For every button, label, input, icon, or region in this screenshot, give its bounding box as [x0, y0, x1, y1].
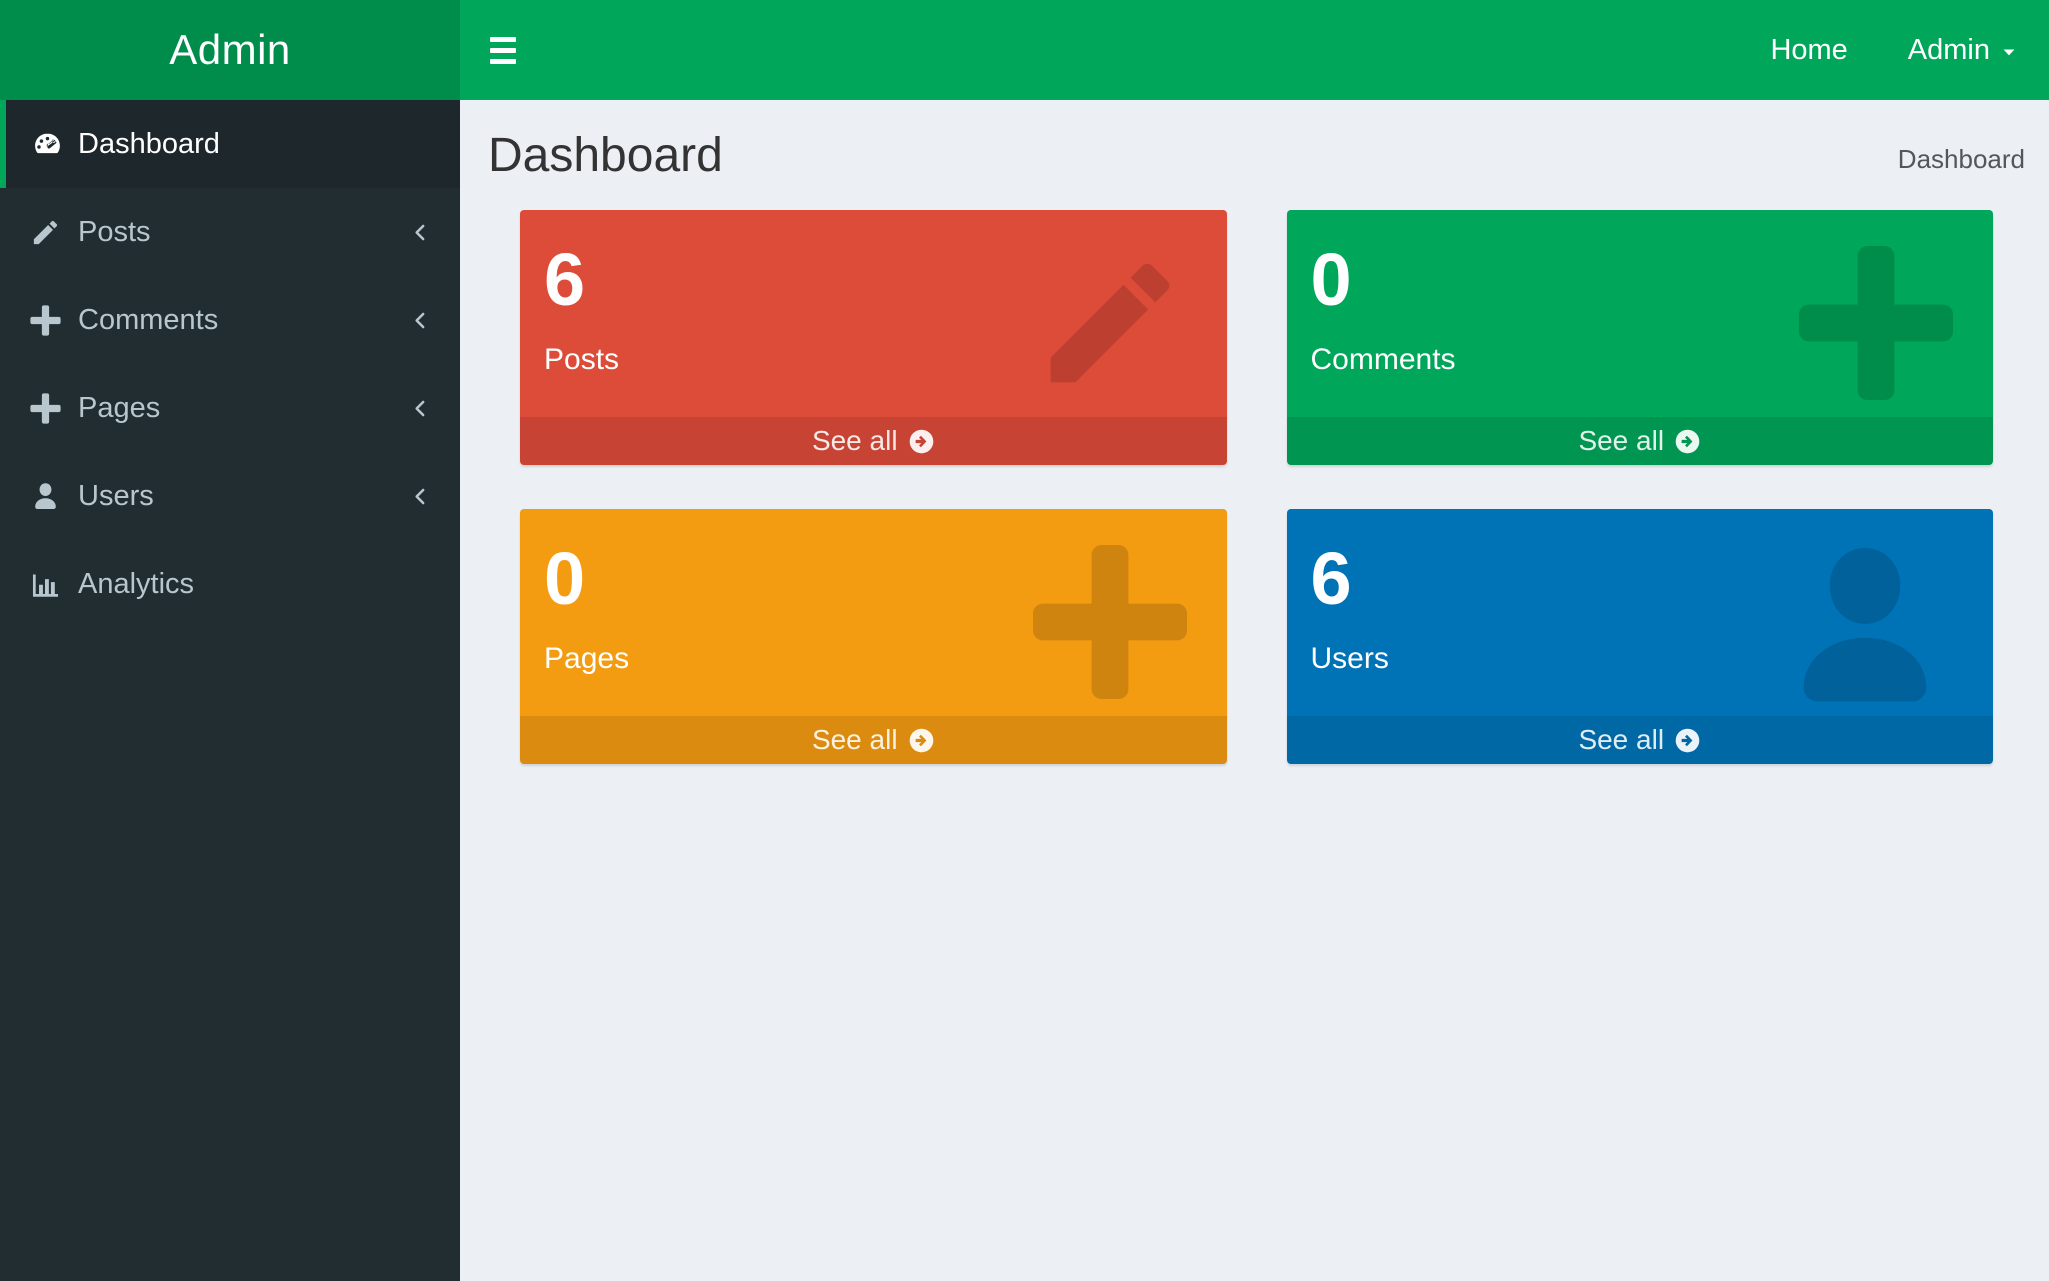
arrow-circle-right-icon [1674, 727, 1701, 754]
card-body: 0 Pages [520, 509, 1227, 716]
hamburger-bar [490, 59, 516, 64]
sidebar-item-label: Dashboard [78, 128, 220, 161]
caret-down-icon [1999, 38, 2019, 62]
sidebar: Dashboard Posts Comments [0, 100, 460, 1281]
card-label: Pages [544, 642, 1227, 676]
nav-link-label: Admin [1908, 34, 1990, 67]
plus-icon [30, 305, 78, 336]
navbar-links: Home Admin [1740, 0, 2049, 100]
card-body: 6 Users [1287, 509, 1994, 716]
arrow-circle-right-icon [1674, 428, 1701, 455]
see-all-link[interactable]: See all [520, 417, 1227, 465]
arrow-circle-right-icon [908, 428, 935, 455]
plus-icon [30, 393, 78, 424]
see-all-link[interactable]: See all [1287, 716, 1994, 764]
card-label: Users [1311, 642, 1994, 676]
summary-card-users: 6 Users See all [1287, 509, 1994, 764]
chevron-left-icon [409, 221, 432, 244]
card-value: 0 [1311, 236, 1994, 323]
hamburger-bar [490, 37, 516, 42]
see-all-label: See all [1578, 724, 1664, 756]
sidebar-item-pages[interactable]: Pages [0, 364, 460, 452]
sidebar-item-label: Comments [78, 304, 218, 337]
summary-card-comments: 0 Comments See all [1287, 210, 1994, 465]
sidebar-item-dashboard[interactable]: Dashboard [0, 100, 460, 188]
sidebar-menu: Dashboard Posts Comments [0, 100, 460, 628]
sidebar-item-users[interactable]: Users [0, 452, 460, 540]
sidebar-item-posts[interactable]: Posts [0, 188, 460, 276]
card-value: 0 [544, 535, 1227, 622]
bar-chart-icon [30, 569, 78, 600]
chevron-left-icon [409, 309, 432, 332]
see-all-label: See all [1578, 425, 1664, 457]
arrow-circle-right-icon [908, 727, 935, 754]
card-body: 6 Posts [520, 210, 1227, 417]
sidebar-item-label: Pages [78, 392, 160, 425]
pencil-icon [30, 217, 78, 248]
brand-logo[interactable]: Admin [0, 0, 460, 100]
summary-cards: 6 Posts See all 0 Comments [460, 210, 2049, 764]
sidebar-item-analytics[interactable]: Analytics [0, 540, 460, 628]
card-value: 6 [544, 236, 1227, 323]
nav-link-admin-dropdown[interactable]: Admin [1878, 0, 2049, 100]
dashboard-icon [30, 129, 78, 160]
main-header: Admin Home Admin [0, 0, 2049, 100]
page-title: Dashboard [488, 132, 723, 180]
see-all-label: See all [812, 425, 898, 457]
hamburger-bar [490, 48, 516, 53]
content-header: Dashboard Dashboard [460, 100, 2049, 180]
nav-link-home[interactable]: Home [1740, 0, 1877, 100]
sidebar-item-comments[interactable]: Comments [0, 276, 460, 364]
see-all-label: See all [812, 724, 898, 756]
summary-card-pages: 0 Pages See all [520, 509, 1227, 764]
card-label: Comments [1311, 343, 1994, 377]
sidebar-item-label: Analytics [78, 568, 194, 601]
card-label: Posts [544, 343, 1227, 377]
user-icon [30, 481, 78, 512]
sidebar-item-label: Posts [78, 216, 151, 249]
see-all-link[interactable]: See all [1287, 417, 1994, 465]
summary-card-posts: 6 Posts See all [520, 210, 1227, 465]
hamburger-menu-icon[interactable] [460, 0, 546, 100]
sidebar-item-label: Users [78, 480, 154, 513]
card-body: 0 Comments [1287, 210, 1994, 417]
content-area: Dashboard Dashboard 6 Posts See all 0 [460, 100, 2049, 1281]
card-value: 6 [1311, 535, 1994, 622]
chevron-left-icon [409, 485, 432, 508]
chevron-left-icon [409, 397, 432, 420]
nav-link-label: Home [1770, 34, 1847, 67]
see-all-link[interactable]: See all [520, 716, 1227, 764]
breadcrumb: Dashboard [1898, 144, 2025, 180]
top-navbar: Home Admin [460, 0, 2049, 100]
